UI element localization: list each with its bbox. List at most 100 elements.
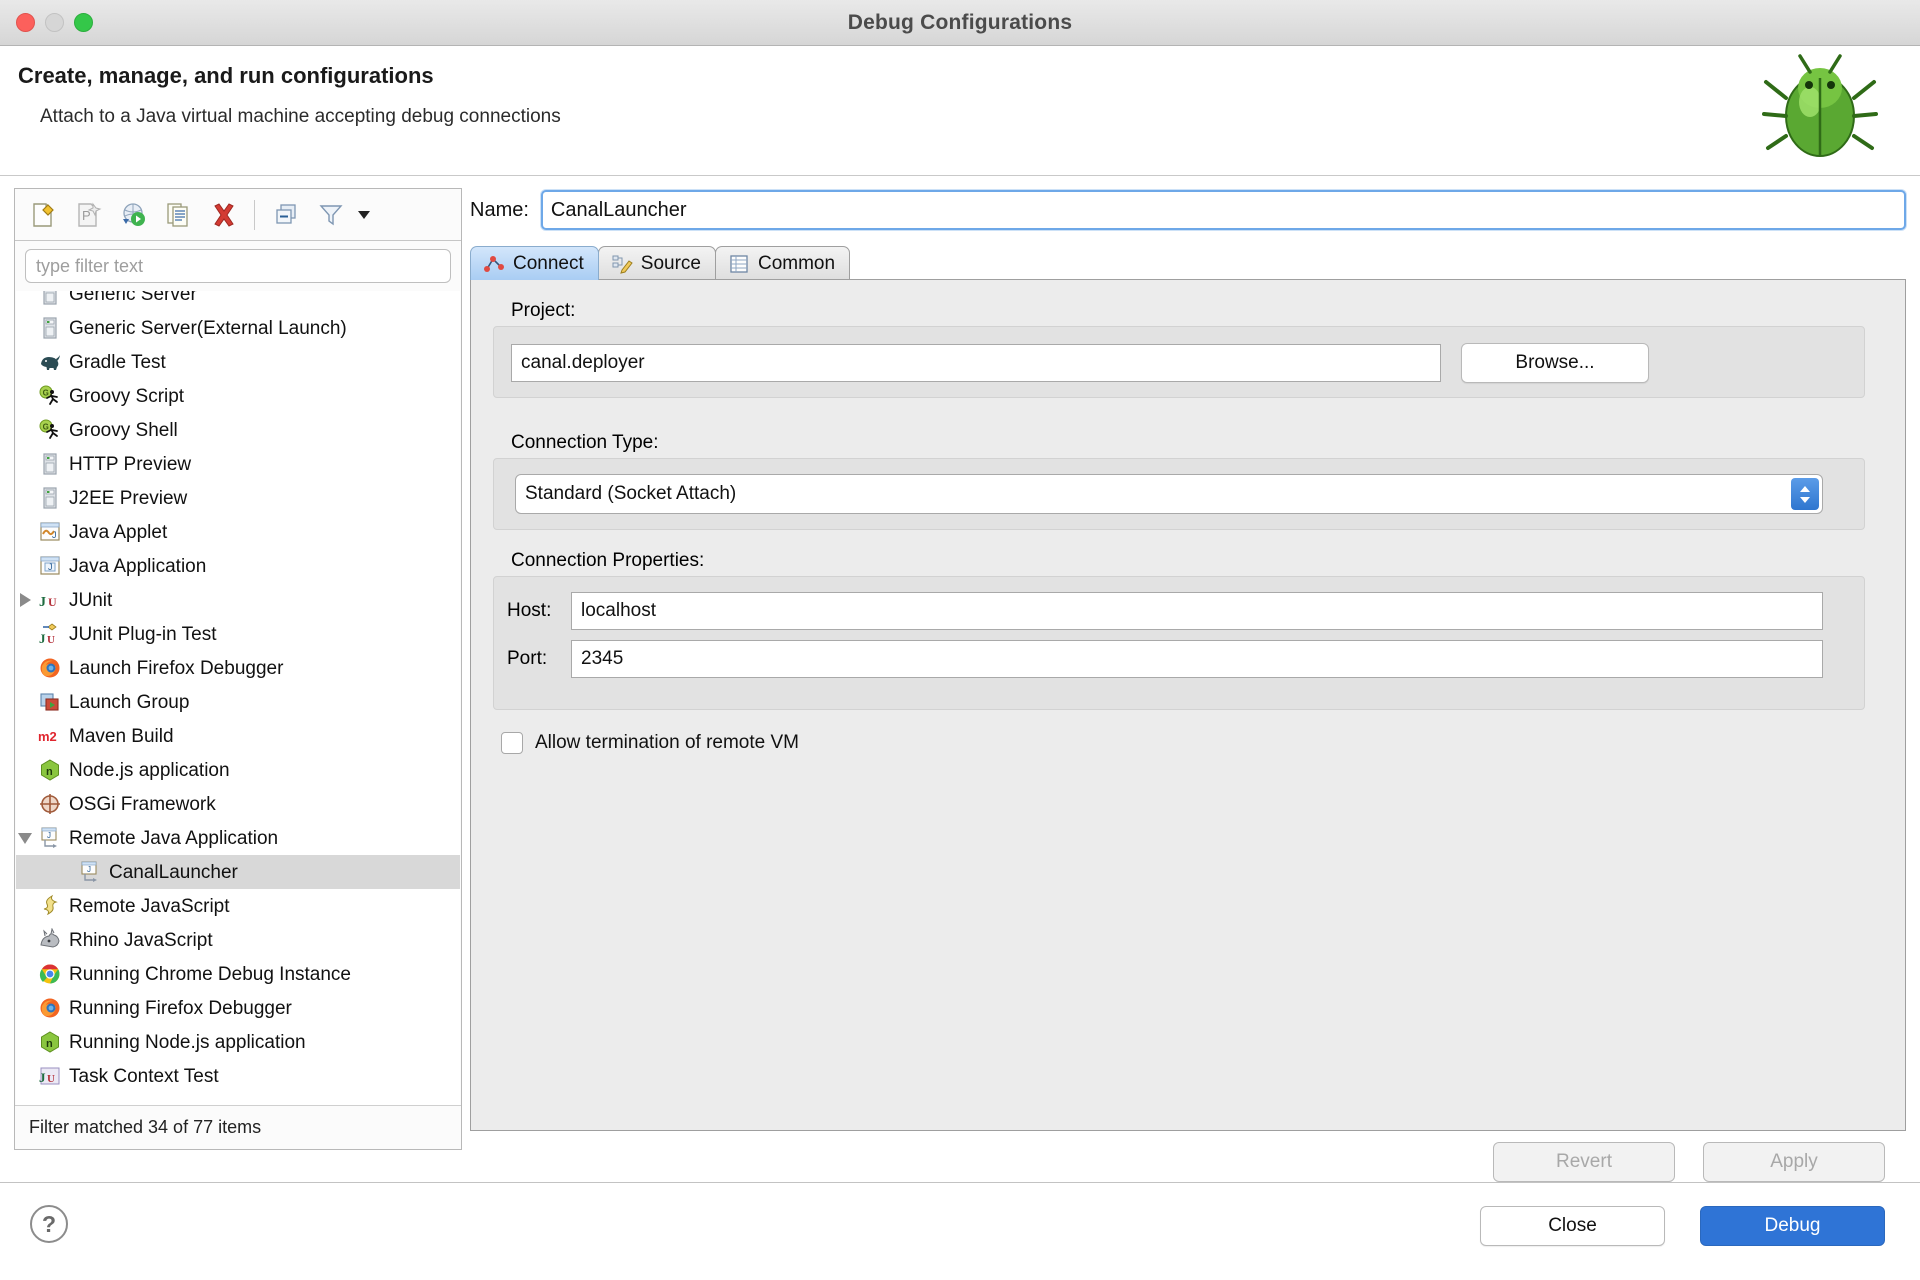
chevron-down-icon[interactable] bbox=[16, 829, 34, 847]
allow-termination-row[interactable]: Allow termination of remote VM bbox=[501, 732, 799, 754]
chrome-icon bbox=[38, 962, 62, 986]
debug-button[interactable]: Debug bbox=[1700, 1206, 1885, 1246]
tree-item[interactable]: Launch Firefox Debugger bbox=[16, 651, 460, 685]
tree-item-label: Generic Server(External Launch) bbox=[69, 317, 347, 339]
delete-configuration-icon[interactable] bbox=[203, 195, 243, 235]
export-configuration-icon[interactable] bbox=[113, 195, 153, 235]
connect-icon bbox=[484, 255, 504, 272]
tree-item-label: Java Applet bbox=[69, 521, 168, 543]
apply-button[interactable]: Apply bbox=[1703, 1142, 1885, 1182]
junit-icon: JU bbox=[38, 588, 62, 612]
maximize-window-button[interactable] bbox=[74, 13, 93, 32]
tree-item-label: HTTP Preview bbox=[69, 453, 192, 475]
tree-item[interactable]: Running Firefox Debugger bbox=[16, 991, 460, 1025]
connection-type-label: Connection Type: bbox=[511, 432, 659, 453]
tab-connect[interactable]: Connect bbox=[470, 246, 599, 280]
tree-item[interactable]: G Groovy Shell bbox=[16, 413, 460, 447]
connection-properties-label: Connection Properties: bbox=[511, 550, 705, 571]
tab-source[interactable]: Source bbox=[597, 246, 716, 280]
project-label: Project: bbox=[511, 300, 576, 321]
chevron-updown-icon[interactable] bbox=[1791, 478, 1819, 510]
page-subtitle: Attach to a Java virtual machine accepti… bbox=[40, 106, 561, 127]
chevron-right-icon[interactable] bbox=[16, 591, 34, 609]
svg-text:U: U bbox=[48, 595, 57, 609]
tree-item[interactable]: J U Task Context Test bbox=[16, 1059, 460, 1093]
maven-m2-icon: m2 bbox=[38, 724, 62, 748]
remote-javascript-icon bbox=[38, 894, 62, 918]
close-button[interactable]: Close bbox=[1480, 1206, 1665, 1246]
help-button[interactable]: ? bbox=[30, 1205, 68, 1243]
server-icon bbox=[38, 316, 62, 340]
tree-item[interactable]: J Remote Java Application bbox=[16, 821, 460, 855]
server-icon bbox=[38, 452, 62, 476]
filter-input[interactable] bbox=[25, 249, 451, 283]
tree-item-label: Running Firefox Debugger bbox=[69, 997, 292, 1019]
groovy-runner-icon: G bbox=[38, 384, 62, 408]
project-input[interactable] bbox=[511, 344, 1441, 382]
tree-item[interactable]: J U JUnit bbox=[16, 583, 460, 617]
tree-item-label: Launch Firefox Debugger bbox=[69, 657, 284, 679]
browse-button[interactable]: Browse... bbox=[1461, 343, 1649, 383]
tree-item-label: JUnit Plug-in Test bbox=[69, 623, 217, 645]
filter-icon[interactable] bbox=[311, 195, 351, 235]
nodejs-icon: n bbox=[38, 758, 62, 782]
svg-text:J: J bbox=[47, 831, 51, 840]
tree-item[interactable]: J Java Application bbox=[16, 549, 460, 583]
tree-item[interactable]: J Java Applet bbox=[16, 515, 460, 549]
tree-item[interactable]: HTTP Preview bbox=[16, 447, 460, 481]
tree-item[interactable]: OSGi Framework bbox=[16, 787, 460, 821]
host-input[interactable] bbox=[571, 592, 1823, 630]
name-input[interactable] bbox=[540, 190, 1906, 230]
connect-tab-panel: Project: Browse... Connection Type: Stan… bbox=[470, 279, 1906, 1182]
chevron-down-icon[interactable] bbox=[358, 210, 370, 219]
allow-termination-checkbox[interactable] bbox=[501, 732, 523, 754]
tree-item[interactable]: Rhino JavaScript bbox=[16, 923, 460, 957]
server-icon bbox=[38, 291, 62, 306]
minimize-window-button[interactable] bbox=[45, 13, 64, 32]
tree-item[interactable]: m2 Maven Build bbox=[16, 719, 460, 753]
osgi-icon bbox=[38, 792, 62, 816]
tree-item[interactable]: J2EE Preview bbox=[16, 481, 460, 515]
tree-item[interactable]: n Running Node.js application bbox=[16, 1025, 460, 1059]
port-input[interactable] bbox=[571, 640, 1823, 678]
svg-text:J: J bbox=[39, 1070, 46, 1085]
name-label: Name: bbox=[470, 198, 529, 221]
tree-item-label: Running Chrome Debug Instance bbox=[69, 963, 352, 985]
tree-item[interactable]: G Groovy Script bbox=[16, 379, 460, 413]
revert-button[interactable]: Revert bbox=[1493, 1142, 1675, 1182]
dialog-header: Create, manage, and run configurations A… bbox=[0, 46, 1920, 176]
name-row: Name: bbox=[470, 188, 1906, 232]
tree-item-selected[interactable]: J CanalLauncher bbox=[16, 855, 460, 889]
close-window-button[interactable] bbox=[16, 13, 35, 32]
new-configuration-icon[interactable] bbox=[23, 195, 63, 235]
collapse-all-icon[interactable] bbox=[266, 195, 306, 235]
svg-text:G: G bbox=[43, 423, 49, 432]
window-controls bbox=[16, 13, 93, 32]
configurations-tree[interactable]: Generic Server Generic Server(External La… bbox=[16, 291, 460, 1105]
new-prototype-icon[interactable]: P bbox=[68, 195, 108, 235]
toolbar-separator bbox=[254, 199, 255, 230]
configurations-toolbar: P bbox=[15, 189, 461, 241]
tree-item[interactable]: Launch Group bbox=[16, 685, 460, 719]
source-pencil-icon bbox=[612, 255, 633, 274]
tree-item-label: Remote Java Application bbox=[69, 827, 279, 849]
tree-item[interactable]: Generic Server(External Launch) bbox=[16, 311, 460, 345]
tree-item[interactable]: J U JUnit Plug-in Test bbox=[16, 617, 460, 651]
svg-text:n: n bbox=[46, 1038, 53, 1050]
groovy-runner-icon: G bbox=[38, 418, 62, 442]
tree-item[interactable]: Gradle Test bbox=[16, 345, 460, 379]
connection-type-select[interactable]: Standard (Socket Attach) bbox=[515, 474, 1823, 514]
window-title: Debug Configurations bbox=[847, 10, 1073, 34]
tab-common[interactable]: Common bbox=[714, 246, 851, 280]
svg-text:J: J bbox=[87, 865, 91, 874]
tree-item[interactable]: n Node.js application bbox=[16, 753, 460, 787]
remote-java-icon: J bbox=[38, 826, 62, 850]
svg-text:m2: m2 bbox=[38, 729, 57, 744]
tree-item[interactable]: Generic Server bbox=[16, 291, 460, 311]
tree-item[interactable]: Running Chrome Debug Instance bbox=[16, 957, 460, 991]
duplicate-configuration-icon[interactable] bbox=[158, 195, 198, 235]
svg-text:n: n bbox=[46, 766, 53, 778]
tree-item[interactable]: Remote JavaScript bbox=[16, 889, 460, 923]
tree-item-label: Groovy Script bbox=[69, 385, 185, 407]
window-titlebar: Debug Configurations bbox=[0, 0, 1920, 46]
